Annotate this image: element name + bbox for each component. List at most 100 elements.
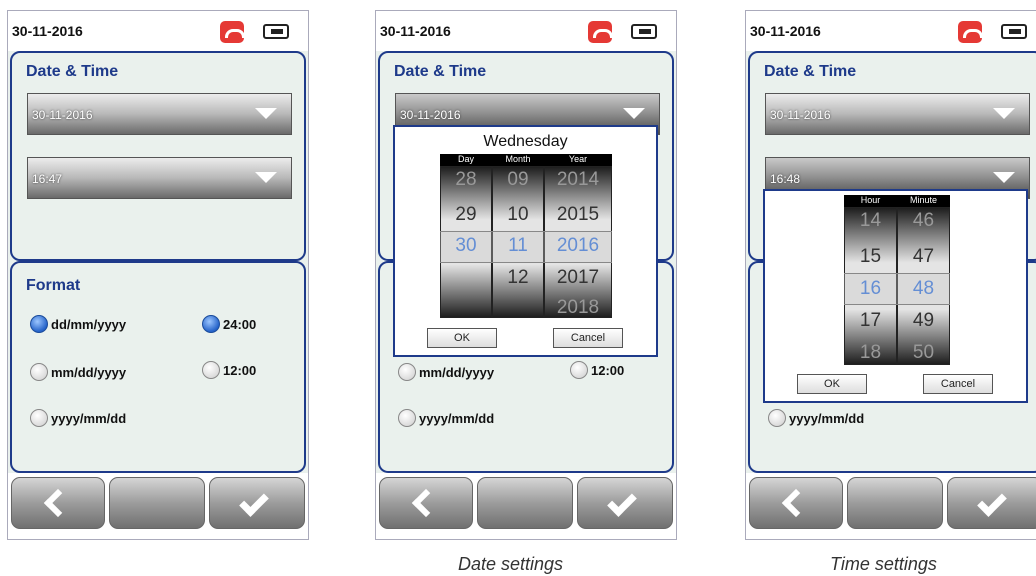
status-date: 30-11-2016 bbox=[750, 23, 821, 39]
minute-value: 47 bbox=[912, 246, 935, 267]
radio-unselected-icon bbox=[30, 363, 48, 381]
radio-unselected-icon bbox=[768, 409, 786, 427]
wheel-header: Day Month Year bbox=[440, 154, 612, 166]
month-value: 12 bbox=[507, 267, 529, 288]
radio-unselected-icon bbox=[398, 363, 416, 381]
day-header: Day bbox=[457, 154, 474, 164]
month-value: 09 bbox=[507, 169, 529, 190]
year-value: 2017 bbox=[556, 267, 600, 288]
back-button[interactable] bbox=[749, 477, 843, 529]
radio-selected-icon bbox=[30, 315, 48, 333]
dropdown-caret-icon bbox=[993, 108, 1015, 119]
month-header: Month bbox=[505, 154, 531, 164]
status-bar: 30-11-2016 bbox=[746, 11, 1036, 51]
blank-button[interactable] bbox=[109, 477, 205, 529]
ok-button[interactable]: OK bbox=[427, 328, 497, 348]
radio-yyyy-mm-dd[interactable]: yyyy/mm/dd bbox=[30, 409, 126, 427]
day-value: 28 bbox=[455, 169, 477, 190]
radio-mm-dd-yyyy[interactable]: mm/dd/yyyy bbox=[30, 363, 126, 381]
cancel-button[interactable]: Cancel bbox=[923, 374, 993, 394]
format-panel: Format dd/mm/yyyy 24:00 mm/dd/yyyy 12:00… bbox=[10, 261, 306, 473]
panel-title: Date & Time bbox=[394, 63, 487, 80]
back-button[interactable] bbox=[11, 477, 105, 529]
bottom-nav bbox=[376, 473, 676, 539]
hour-value: 14 bbox=[859, 210, 882, 231]
radio-dd-mm-yyyy[interactable]: dd/mm/yyyy bbox=[30, 315, 126, 333]
time-picker-popup: Hour Minute 14 15 16 17 18 46 47 48 49 5… bbox=[763, 189, 1028, 403]
weekday-label: Wednesday bbox=[483, 133, 568, 150]
back-chevron-icon bbox=[781, 488, 811, 518]
minute-value: 49 bbox=[912, 310, 935, 331]
radio-label: 24:00 bbox=[223, 316, 257, 332]
minute-header: Minute bbox=[909, 195, 937, 205]
radio-label: mm/dd/yyyy bbox=[51, 364, 127, 380]
time-settings-screen: 30-11-2016 Date & Time 30-11-2016 16:48 … bbox=[745, 10, 1036, 540]
selection-band bbox=[440, 231, 612, 263]
back-chevron-icon bbox=[411, 488, 441, 518]
check-icon bbox=[977, 487, 1007, 517]
radio-yyyy-mm-dd[interactable]: yyyy/mm/dd bbox=[398, 409, 494, 427]
hang-up-phone-icon[interactable] bbox=[220, 21, 245, 43]
time-dropdown[interactable]: 16:47 bbox=[27, 157, 292, 199]
minute-value: 46 bbox=[912, 210, 935, 231]
month-value: 10 bbox=[507, 204, 529, 225]
radio-selected-icon bbox=[202, 315, 220, 333]
date-picker-popup: Wednesday Day Month Year 28 29 30 09 10 … bbox=[393, 125, 658, 357]
radio-label: yyyy/mm/dd bbox=[419, 410, 495, 426]
radio-12h[interactable]: 12:00 bbox=[570, 361, 624, 379]
settings-screen-main: 30-11-2016 Date & Time 30-11-2016 16:47 … bbox=[7, 10, 309, 540]
date-settings-caption: Date settings bbox=[458, 554, 564, 574]
blank-button[interactable] bbox=[477, 477, 573, 529]
year-value: 2018 bbox=[556, 297, 600, 318]
time-settings-caption: Time settings bbox=[830, 554, 937, 574]
time-value: 16:47 bbox=[32, 172, 63, 186]
year-value: 2014 bbox=[556, 169, 600, 190]
radio-12h[interactable]: 12:00 bbox=[202, 361, 256, 379]
hour-value: 17 bbox=[859, 310, 882, 331]
panel-title: Date & Time bbox=[764, 63, 857, 80]
radio-label: 12:00 bbox=[223, 362, 257, 378]
battery-plug-icon bbox=[631, 24, 657, 39]
confirm-button[interactable] bbox=[209, 477, 305, 529]
radio-label: dd/mm/yyyy bbox=[51, 316, 127, 332]
radio-mm-dd-yyyy[interactable]: mm/dd/yyyy bbox=[398, 363, 494, 381]
hang-up-phone-icon[interactable] bbox=[588, 21, 613, 43]
date-value: 30-11-2016 bbox=[400, 108, 461, 122]
confirm-button[interactable] bbox=[947, 477, 1036, 529]
date-value: 30-11-2016 bbox=[770, 108, 831, 122]
date-dropdown[interactable]: 30-11-2016 bbox=[765, 93, 1030, 135]
back-button[interactable] bbox=[379, 477, 473, 529]
hour-value: 15 bbox=[859, 246, 882, 267]
date-value: 30-11-2016 bbox=[32, 108, 93, 122]
confirm-button[interactable] bbox=[577, 477, 673, 529]
radio-unselected-icon bbox=[398, 409, 416, 427]
back-chevron-icon bbox=[43, 488, 73, 518]
bottom-nav bbox=[746, 473, 1036, 539]
radio-unselected-icon bbox=[30, 409, 48, 427]
date-time-panel: Date & Time 30-11-2016 16:47 bbox=[10, 51, 306, 261]
check-icon bbox=[607, 487, 637, 517]
radio-label: yyyy/mm/dd bbox=[51, 410, 127, 426]
date-settings-screen: 30-11-2016 Date & Time 30-11-2016 mm/dd/… bbox=[375, 10, 677, 540]
radio-yyyy-mm-dd[interactable]: yyyy/mm/dd bbox=[768, 409, 864, 427]
wheel-header: Hour Minute bbox=[844, 195, 950, 207]
radio-label: 12:00 bbox=[591, 362, 625, 378]
hang-up-phone-icon[interactable] bbox=[958, 21, 983, 43]
status-bar: 30-11-2016 bbox=[8, 11, 308, 51]
dropdown-caret-icon bbox=[255, 108, 277, 119]
cancel-button[interactable]: Cancel bbox=[553, 328, 623, 348]
radio-unselected-icon bbox=[202, 361, 220, 379]
status-bar: 30-11-2016 bbox=[376, 11, 676, 51]
dropdown-caret-icon bbox=[993, 172, 1015, 183]
ok-button[interactable]: OK bbox=[797, 374, 867, 394]
radio-24h[interactable]: 24:00 bbox=[202, 315, 256, 333]
blank-button[interactable] bbox=[847, 477, 943, 529]
status-date: 30-11-2016 bbox=[380, 23, 451, 39]
dropdown-caret-icon bbox=[255, 172, 277, 183]
year-header: Year bbox=[568, 154, 588, 164]
date-dropdown[interactable]: 30-11-2016 bbox=[27, 93, 292, 135]
minute-value: 50 bbox=[912, 342, 935, 363]
radio-label: mm/dd/yyyy bbox=[419, 364, 495, 380]
battery-plug-icon bbox=[1001, 24, 1027, 39]
hour-header: Hour bbox=[860, 195, 881, 205]
